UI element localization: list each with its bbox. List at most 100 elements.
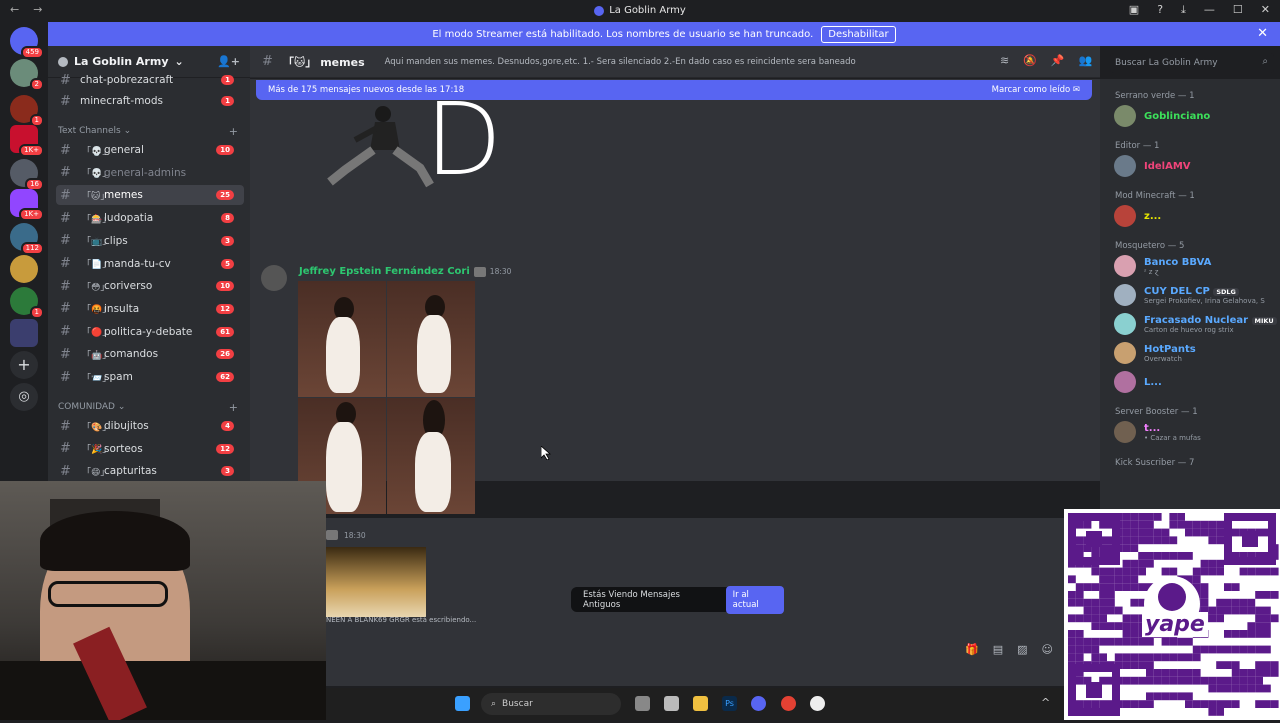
server-icon-1[interactable]: 2 xyxy=(10,59,44,91)
channel-ludopatia[interactable]: # 「🎰」 ludopatia 8 xyxy=(56,208,244,228)
member-list-icon[interactable]: 👥 xyxy=(1079,54,1093,67)
download-icon[interactable]: ⤓ xyxy=(1181,3,1186,17)
category-text-channels[interactable]: Text Channels ⌄ + xyxy=(58,125,238,138)
pin-icon[interactable]: 📌 xyxy=(1051,54,1065,67)
unread-badge: 25 xyxy=(216,190,234,201)
channel-clips[interactable]: # 「📺」 clips 3 xyxy=(56,231,244,251)
avatar xyxy=(1114,255,1136,277)
disable-streamer-button[interactable]: Deshabilitar xyxy=(821,25,896,43)
start-icon[interactable] xyxy=(455,696,470,711)
new-messages-bar[interactable]: Más de 175 mensajes nuevos desde las 17:… xyxy=(256,80,1092,100)
channel-title: 「🐱」 memes xyxy=(282,55,365,69)
taskbar-search[interactable]: ⌕ Buscar xyxy=(481,693,621,715)
gif-icon[interactable]: ▤ xyxy=(993,643,1003,656)
chevron-down-icon: ⌄ xyxy=(123,126,132,136)
member-item[interactable]: HotPants Overwatch xyxy=(1114,342,1196,364)
message-header: 18:30 xyxy=(326,530,366,540)
back-icon[interactable]: ← xyxy=(10,3,19,16)
channel-minecraft-mods[interactable]: # minecraft-mods 1 xyxy=(56,91,244,111)
channel-dibujitos[interactable]: # 「🎨」 dibujitos 4 xyxy=(56,416,244,436)
app-icon-2[interactable] xyxy=(810,696,825,711)
gift-icon[interactable]: 🎁 xyxy=(965,643,979,656)
server-icon-2[interactable]: 1 xyxy=(10,95,44,127)
emoji-icon[interactable]: ☺ xyxy=(1042,643,1053,656)
hash-icon: # xyxy=(60,210,71,226)
member-item[interactable]: t... • Cazar a mufas xyxy=(1114,421,1201,443)
member-item[interactable]: L... xyxy=(1114,371,1162,393)
jump-text: Estás Viendo Mensajes Antiguos xyxy=(583,589,680,610)
mouse-cursor-icon xyxy=(541,446,551,460)
twitch-server-icon[interactable]: 1K+ xyxy=(10,189,44,221)
add-channel-icon[interactable]: + xyxy=(229,401,238,414)
channel-politica-y-debate[interactable]: # 「🔴」 politica-y-debate 61 xyxy=(56,322,244,342)
close-notice-icon[interactable]: ✕ xyxy=(1257,26,1268,41)
member-item[interactable]: z... xyxy=(1114,205,1161,227)
add-channel-icon[interactable]: + xyxy=(229,125,238,138)
task-view-icon[interactable] xyxy=(635,696,650,711)
server-icon-4[interactable]: 16 xyxy=(10,159,44,191)
server-icon-7[interactable]: 1 xyxy=(10,287,44,319)
channel-chat-pobrezacraft[interactable]: # chat-pobrezacraft 1 xyxy=(56,70,244,90)
channel-general-admins[interactable]: # 「💀」 general-admins xyxy=(56,163,244,183)
member-item[interactable]: Banco BBVA ᶻ z ɀ xyxy=(1114,255,1211,277)
channel-comandos[interactable]: # 「🤖」 comandos 26 xyxy=(56,344,244,364)
member-item[interactable]: CUY DEL CP SDLG Sergei Prokofiev, Irina G… xyxy=(1114,284,1265,306)
help-icon[interactable]: ? xyxy=(1157,3,1163,17)
discord-taskbar-icon[interactable] xyxy=(751,696,766,711)
photo-1[interactable] xyxy=(298,281,386,397)
member-item[interactable]: IdelAMV xyxy=(1114,155,1191,177)
inbox-icon[interactable]: ▣ xyxy=(1129,3,1139,17)
jump-to-present-button[interactable]: Ir al actual xyxy=(725,585,784,614)
threads-icon[interactable]: ≋ xyxy=(1000,54,1009,67)
maximize-icon[interactable]: ☐ xyxy=(1233,3,1243,17)
add-server-icon[interactable]: + xyxy=(10,351,38,379)
server-icon-5[interactable]: 112 xyxy=(10,223,44,255)
channel-memes[interactable]: # 「🐱」 memes 25 xyxy=(56,185,244,206)
chrome-icon[interactable] xyxy=(781,696,796,711)
channel-emoji-icon: 「🎰」 xyxy=(82,214,112,225)
message-image-grid[interactable] xyxy=(298,281,475,514)
add-member-icon[interactable]: 👤+ xyxy=(217,55,240,68)
photo-2[interactable] xyxy=(387,281,475,397)
forward-icon[interactable]: → xyxy=(33,3,42,16)
photoshop-icon[interactable]: Ps xyxy=(722,696,737,711)
server-icon-6[interactable] xyxy=(10,255,38,283)
typing-indicator: NEEN A BLANK69 GRGR está escribiendo... xyxy=(326,616,477,624)
meme-dancer-image[interactable] xyxy=(325,100,435,190)
channel-spam[interactable]: # 「📨」 spam 62 xyxy=(56,367,244,387)
close-icon[interactable]: ✕ xyxy=(1261,3,1270,17)
sticker-icon[interactable]: ▨ xyxy=(1017,643,1027,656)
member-name: L... xyxy=(1144,376,1162,388)
server-icon-8[interactable] xyxy=(10,319,38,347)
member-item[interactable]: Fracasado Nuclear MIKU Carton de huevo ro… xyxy=(1114,313,1277,335)
direct-messages-icon[interactable]: 459 xyxy=(10,27,44,59)
server-icon-3[interactable]: 1K+ xyxy=(10,125,44,157)
chevron-up-icon[interactable]: ^ xyxy=(1041,696,1050,709)
channel-capturitas[interactable]: # 「😄」 capturitas 3 xyxy=(56,461,244,481)
file-explorer-icon[interactable] xyxy=(693,696,708,711)
message-image[interactable] xyxy=(326,547,426,617)
channel-general[interactable]: # 「💀」 general 10 xyxy=(56,140,244,160)
hash-icon: # xyxy=(60,72,71,88)
nav-arrows[interactable]: ← → xyxy=(10,3,42,16)
channel-coriverso[interactable]: # 「😳」 coriverso 10 xyxy=(56,276,244,296)
channel-sorteos[interactable]: # 「🎉」 sorteos 12 xyxy=(56,439,244,459)
window-titlebar: ← → La Goblin Army ▣ ? ⤓ — ☐ ✕ xyxy=(0,0,1280,21)
streamer-hair xyxy=(40,511,190,571)
explore-icon[interactable]: ◎ xyxy=(10,383,38,411)
photo-4[interactable] xyxy=(387,398,475,514)
category-comunidad[interactable]: COMUNIDAD ⌄ + xyxy=(58,401,238,414)
notification-bell-icon[interactable]: 🔕 xyxy=(1023,54,1037,67)
server-badge: 112 xyxy=(20,242,44,255)
member-name: HotPants xyxy=(1144,343,1196,355)
channel-manda-tu-cv[interactable]: # 「📄」 manda-tu-cv 5 xyxy=(56,254,244,274)
search-input[interactable]: Buscar La Goblin Army ⌕ xyxy=(1110,53,1274,73)
minimize-icon[interactable]: — xyxy=(1204,3,1215,17)
avatar[interactable] xyxy=(261,265,287,291)
member-item[interactable]: Goblinciano xyxy=(1114,105,1210,127)
mark-read-button[interactable]: Marcar como leído ✉ xyxy=(992,85,1080,95)
channel-insulta[interactable]: # 「🤬」 insulta 12 xyxy=(56,299,244,319)
message-author[interactable]: Jeffrey Epstein Fernández Cori xyxy=(299,266,470,277)
channel-topic[interactable]: Aqui manden sus memes. Desnudos,gore,etc… xyxy=(385,57,856,67)
app-icon[interactable] xyxy=(664,696,679,711)
